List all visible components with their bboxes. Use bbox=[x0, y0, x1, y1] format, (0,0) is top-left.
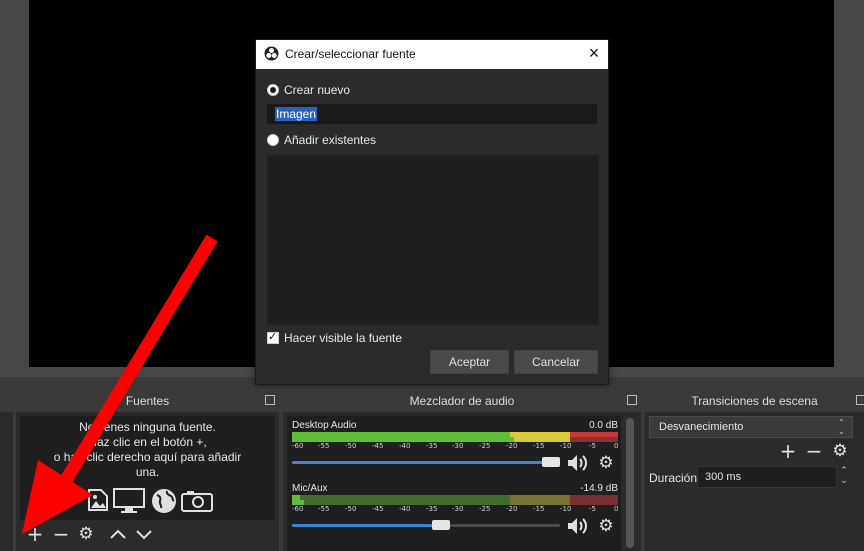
empty-line-2: Haz clic en el botón +, bbox=[88, 435, 207, 449]
channel-db: 0.0 dB bbox=[589, 420, 618, 431]
volume-meter bbox=[292, 432, 618, 442]
source-name-input[interactable]: Imagen bbox=[267, 104, 597, 124]
duration-label: Duración bbox=[649, 471, 698, 485]
transitions-dock: Transiciones de escena Desvanecimiento ⌃… bbox=[645, 390, 864, 551]
cancel-button[interactable]: Cancelar bbox=[514, 350, 598, 374]
meter-scale: -60 -55 -50 -45 -40 -35 -30 -25 -20 -15 -10 -5 0 bbox=[292, 442, 619, 450]
mixer-dock-title: Mezclador de audio bbox=[283, 390, 641, 412]
select-arrows-icon: ⌃ ⌄ bbox=[838, 418, 845, 436]
create-new-label[interactable]: Crear nuevo bbox=[284, 83, 350, 97]
empty-line-3: o haz clic derecho aquí para añadir bbox=[53, 450, 242, 464]
close-icon[interactable]: × bbox=[585, 44, 603, 62]
channel-settings-gear-icon[interactable]: ⚙ bbox=[596, 516, 616, 536]
transition-select-value: Desvanecimiento bbox=[659, 421, 744, 433]
add-existing-label[interactable]: Añadir existentes bbox=[284, 133, 376, 147]
volume-slider-handle[interactable] bbox=[432, 520, 450, 530]
remove-transition-button[interactable]: − bbox=[805, 441, 823, 461]
existing-sources-list[interactable] bbox=[267, 155, 599, 325]
remove-source-button[interactable]: − bbox=[52, 524, 70, 544]
mixer-scrollbar[interactable] bbox=[626, 418, 634, 548]
undock-icon[interactable] bbox=[627, 395, 637, 405]
undock-icon[interactable] bbox=[265, 395, 275, 405]
scenes-dock-title bbox=[0, 390, 13, 412]
create-new-radio[interactable] bbox=[267, 84, 279, 96]
channel-settings-gear-icon[interactable]: ⚙ bbox=[596, 453, 616, 473]
sources-list[interactable]: No tienes ninguna fuente. Haz clic en el… bbox=[20, 416, 275, 520]
transitions-dock-title: Transiciones de escena bbox=[645, 390, 864, 412]
speaker-icon[interactable] bbox=[566, 453, 590, 473]
image-icon bbox=[87, 488, 109, 512]
source-name-value: Imagen bbox=[275, 107, 318, 121]
transition-settings-gear-icon[interactable]: ⚙ bbox=[831, 441, 849, 461]
volume-meter bbox=[292, 495, 618, 505]
speaker-icon[interactable] bbox=[566, 516, 590, 536]
channel-name: Desktop Audio bbox=[292, 420, 357, 431]
scenes-dock bbox=[0, 390, 13, 551]
duration-spinner[interactable]: ⌃ ⌄ bbox=[837, 466, 851, 488]
dialog-titlebar: Crear/seleccionar fuente × bbox=[256, 40, 608, 69]
display-icon bbox=[113, 488, 145, 514]
accept-button[interactable]: Aceptar bbox=[430, 350, 509, 374]
make-visible-checkbox[interactable] bbox=[267, 330, 279, 344]
meter-scale: -60 -55 -50 -45 -40 -35 -30 -25 -20 -15 -10 -5 0 bbox=[292, 505, 619, 513]
empty-line-1: No tienes ninguna fuente. bbox=[79, 420, 216, 434]
make-visible-label[interactable]: Hacer visible la fuente bbox=[284, 331, 402, 345]
volume-slider[interactable] bbox=[292, 520, 560, 530]
create-source-dialog: Crear/seleccionar fuente × Crear nuevo I… bbox=[255, 39, 609, 385]
move-source-up-button[interactable] bbox=[109, 524, 127, 544]
camera-icon bbox=[181, 490, 213, 512]
add-transition-button[interactable]: + bbox=[779, 441, 797, 461]
sources-dock: Fuentes No tienes ninguna fuente. Haz cl… bbox=[16, 390, 279, 551]
empty-sources-message: No tienes ninguna fuente. Haz clic en el… bbox=[20, 420, 275, 480]
sources-dock-title: Fuentes bbox=[16, 390, 279, 412]
audio-mixer-dock: Mezclador de audio Desktop Audio 0.0 dB … bbox=[283, 390, 641, 551]
undock-icon[interactable] bbox=[856, 395, 864, 405]
channel-db: -14.9 dB bbox=[580, 483, 618, 494]
volume-slider-handle[interactable] bbox=[542, 457, 560, 467]
source-properties-gear-icon[interactable]: ⚙ bbox=[77, 524, 95, 544]
add-existing-radio[interactable] bbox=[267, 134, 279, 146]
transition-select[interactable]: Desvanecimiento ⌃ ⌄ bbox=[649, 416, 853, 438]
obs-logo-icon bbox=[264, 46, 279, 61]
move-source-down-button[interactable] bbox=[135, 524, 153, 544]
add-source-button[interactable]: + bbox=[26, 524, 44, 544]
duration-value: 300 ms bbox=[705, 471, 742, 483]
channel-name: Mic/Aux bbox=[292, 483, 328, 494]
globe-icon bbox=[151, 488, 177, 514]
duration-input[interactable]: 300 ms bbox=[697, 466, 837, 488]
dialog-title: Crear/seleccionar fuente bbox=[285, 47, 416, 61]
volume-slider[interactable] bbox=[292, 457, 560, 467]
empty-line-4: una. bbox=[135, 465, 160, 479]
